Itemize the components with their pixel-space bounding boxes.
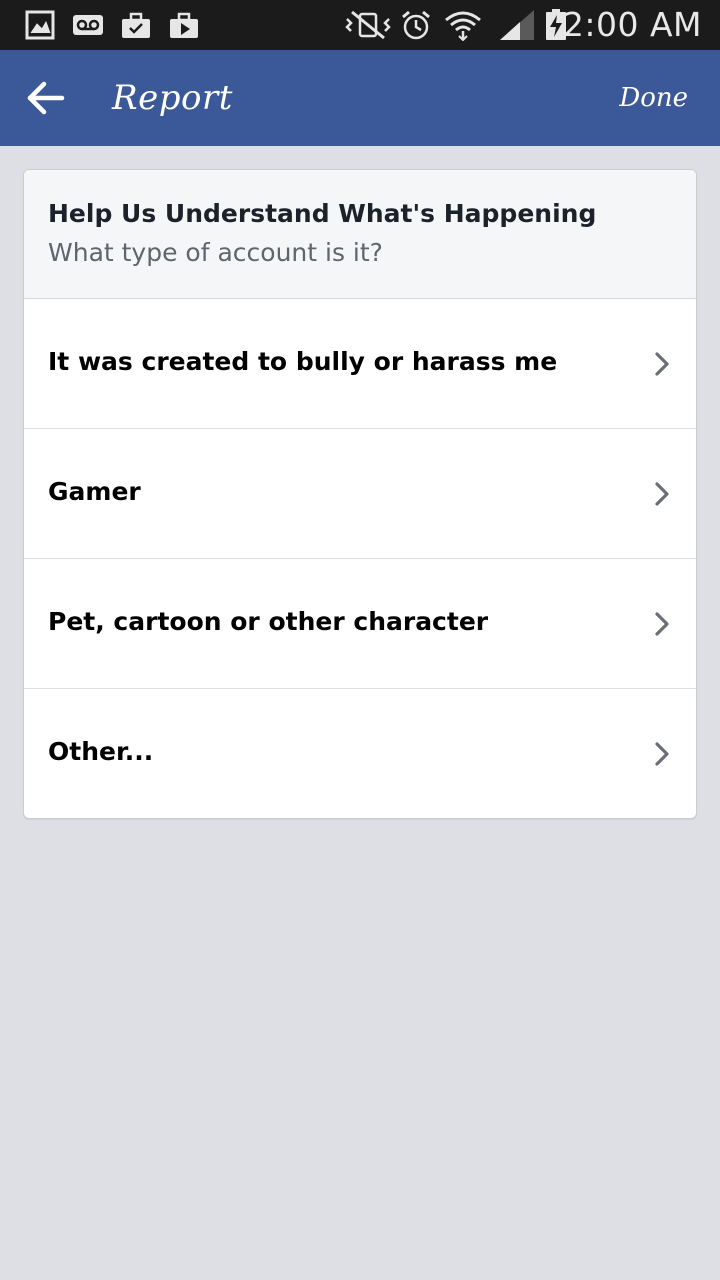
option-label: Pet, cartoon or other character [48,607,489,636]
card-title: Help Us Understand What's Happening [48,199,597,228]
status-bar: 2:00 AM [0,0,720,50]
signal-icon [500,10,534,40]
done-button[interactable]: Done [619,81,688,115]
wifi-icon [445,11,481,41]
option-label: Other... [48,737,154,766]
work-bag-icon [122,12,150,38]
report-card: Help Us Understand What's Happening What… [23,169,697,819]
app-bar: Report Done [0,50,720,146]
option-gamer[interactable]: Gamer [24,429,696,559]
back-button[interactable] [22,74,70,122]
option-pet-cartoon-character[interactable]: Pet, cartoon or other character [24,559,696,689]
status-time: 2:00 AM [562,5,702,44]
option-label: It was created to bully or harass me [48,347,558,376]
option-other[interactable]: Other... [24,689,696,818]
chevron-right-icon [655,482,669,506]
page-title: Report [112,78,233,118]
gallery-icon [25,10,55,40]
vibrate-icon [345,10,391,40]
option-list: It was created to bully or harass me Gam… [24,299,696,818]
card-header: Help Us Understand What's Happening What… [24,170,696,299]
play-store-icon [170,12,198,38]
alarm-icon [402,10,430,40]
arrow-left-icon [27,81,65,115]
card-subtitle: What type of account is it? [48,238,383,267]
chevron-right-icon [655,352,669,376]
chevron-right-icon [655,742,669,766]
option-bully-harass[interactable]: It was created to bully or harass me [24,299,696,429]
voicemail-icon [73,15,103,35]
option-label: Gamer [48,477,141,506]
chevron-right-icon [655,612,669,636]
